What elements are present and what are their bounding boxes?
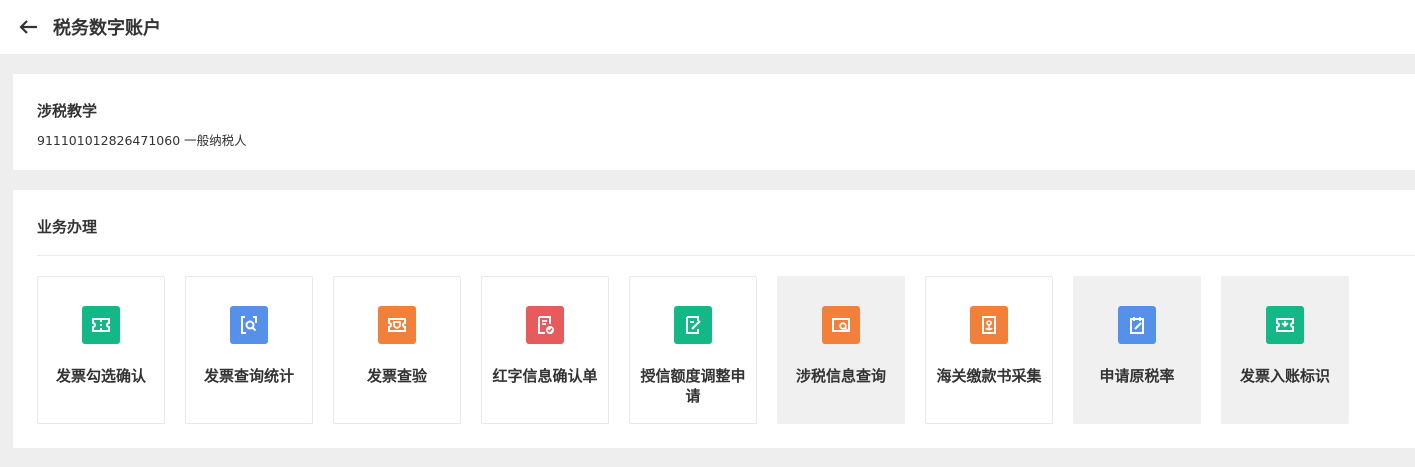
business-card: 业务办理 发票勾选确认 发票查询统计 发票查验 红字信息确认单 授信额度调整申请 涉税信息… (13, 190, 1415, 448)
document-edit-icon (674, 306, 712, 344)
notepad-edit-icon (1118, 306, 1156, 344)
tile-label: 发票查询统计 (203, 367, 294, 385)
tile-5[interactable]: 授信额度调整申请 (629, 276, 757, 424)
ticket-download-icon (1266, 306, 1304, 344)
section-title: 业务办理 (37, 218, 98, 236)
folder-search-icon (822, 306, 860, 344)
tile-7[interactable]: 海关缴款书采集 (925, 276, 1053, 424)
tile-6[interactable]: 涉税信息查询 (777, 276, 905, 424)
ticket-icon (82, 306, 120, 344)
tile-label: 海关缴款书采集 (936, 367, 1042, 385)
tile-label: 发票勾选确认 (55, 367, 146, 385)
document-anchor-icon (970, 306, 1008, 344)
tile-label: 发票入账标识 (1239, 367, 1330, 385)
tile-3[interactable]: 发票查验 (333, 276, 461, 424)
divider (37, 255, 1415, 256)
tile-8[interactable]: 申请原税率 (1073, 276, 1201, 424)
tile-4[interactable]: 红字信息确认单 (481, 276, 609, 424)
account-name: 涉税教学 (37, 102, 98, 120)
tile-2[interactable]: 发票查询统计 (185, 276, 313, 424)
tile-label: 红字信息确认单 (492, 367, 598, 385)
page-title: 税务数字账户 (53, 18, 161, 39)
document-search-icon (230, 306, 268, 344)
tile-label: 发票查验 (366, 367, 427, 385)
tile-9[interactable]: 发票入账标识 (1221, 276, 1349, 424)
tile-label: 涉税信息查询 (795, 367, 886, 385)
account-detail: 911101012826471060 一般纳税人 (37, 133, 247, 148)
back-button[interactable] (16, 15, 40, 39)
tile-label: 申请原税率 (1099, 367, 1175, 385)
tile-label: 授信额度调整申请 (640, 367, 746, 405)
account-card: 涉税教学 911101012826471060 一般纳税人 (13, 74, 1415, 170)
arrow-left-icon (19, 20, 37, 34)
document-check-icon (526, 306, 564, 344)
ticket-shield-icon (378, 306, 416, 344)
tile-1[interactable]: 发票勾选确认 (37, 276, 165, 424)
page-header: 税务数字账户 (0, 0, 1415, 54)
